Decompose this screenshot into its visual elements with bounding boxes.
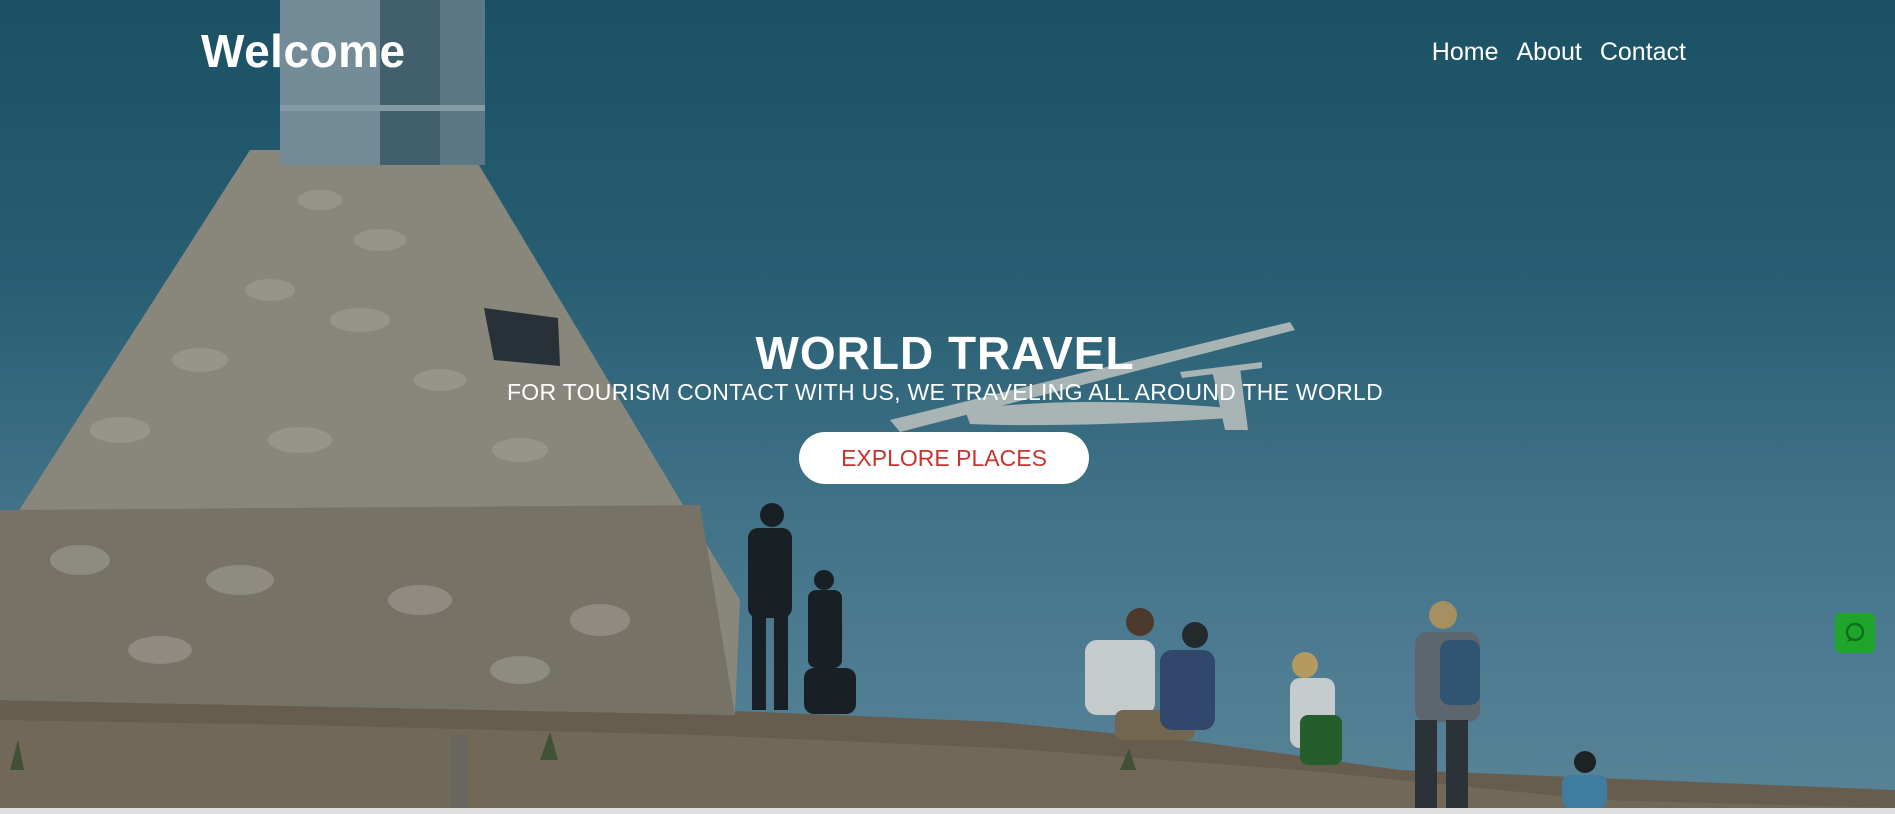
chat-button[interactable] [1835,613,1875,653]
chat-icon [1845,622,1865,642]
site-logo[interactable]: Welcome [201,24,406,78]
nav-link-contact[interactable]: Contact [1600,38,1686,67]
explore-places-button[interactable]: EXPLORE PLACES [799,432,1089,484]
hero-subtitle: FOR TOURISM CONTACT WITH US, WE TRAVELIN… [506,379,1384,405]
nav-link-home[interactable]: Home [1432,38,1499,67]
main-nav: Home About Contact [1432,38,1686,67]
nav-link-about[interactable]: About [1516,38,1581,67]
hero-section: Welcome Home About Contact WORLD TRAVEL … [0,0,1895,808]
page-bottom-strip [0,808,1895,814]
hero-title: WORLD TRAVEL [755,327,1135,379]
